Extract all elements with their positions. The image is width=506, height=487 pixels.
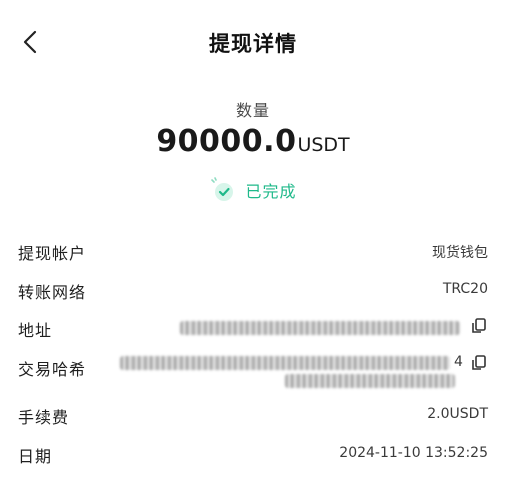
fee-label: 手续费 xyxy=(18,408,70,427)
date-value: 2024-11-10 13:52:25 xyxy=(339,445,488,461)
status-badge: 已完成 xyxy=(0,176,506,204)
detail-row-address: 地址 xyxy=(0,313,506,343)
copy-icon[interactable] xyxy=(470,354,488,372)
amount-label: 数量 xyxy=(235,101,270,120)
address-value-redacted xyxy=(180,321,460,335)
check-circle-icon xyxy=(209,176,237,204)
amount-display: 90000.0USDT xyxy=(0,124,506,159)
detail-row-account: 提现帐户 现货钱包 xyxy=(0,236,506,266)
amount-value: 90000.0 xyxy=(156,124,297,159)
account-value: 现货钱包 xyxy=(432,245,488,261)
account-label: 提现帐户 xyxy=(18,244,87,263)
txhash-value-redacted xyxy=(120,356,450,370)
amount-unit: USDT xyxy=(297,134,350,156)
header: 提现详情 xyxy=(0,0,506,84)
page-title: 提现详情 xyxy=(209,32,297,56)
txhash-value-redacted-line2 xyxy=(285,374,455,388)
detail-row-date: 日期 2024-11-10 13:52:25 xyxy=(0,439,506,469)
copy-icon[interactable] xyxy=(470,317,488,335)
status-text: 已完成 xyxy=(245,182,297,201)
address-label: 地址 xyxy=(18,321,53,340)
txhash-label: 交易哈希 xyxy=(18,360,87,379)
network-value: TRC20 xyxy=(442,281,488,297)
network-label: 转账网络 xyxy=(18,283,87,302)
detail-row-network: 转账网络 TRC20 xyxy=(0,275,506,305)
date-label: 日期 xyxy=(18,447,53,466)
detail-row-fee: 手续费 2.0USDT xyxy=(0,400,506,430)
txhash-value-suffix: 4 xyxy=(454,354,463,370)
fee-value: 2.0USDT xyxy=(427,406,488,422)
detail-row-txhash: 交易哈希 4 xyxy=(0,350,506,392)
